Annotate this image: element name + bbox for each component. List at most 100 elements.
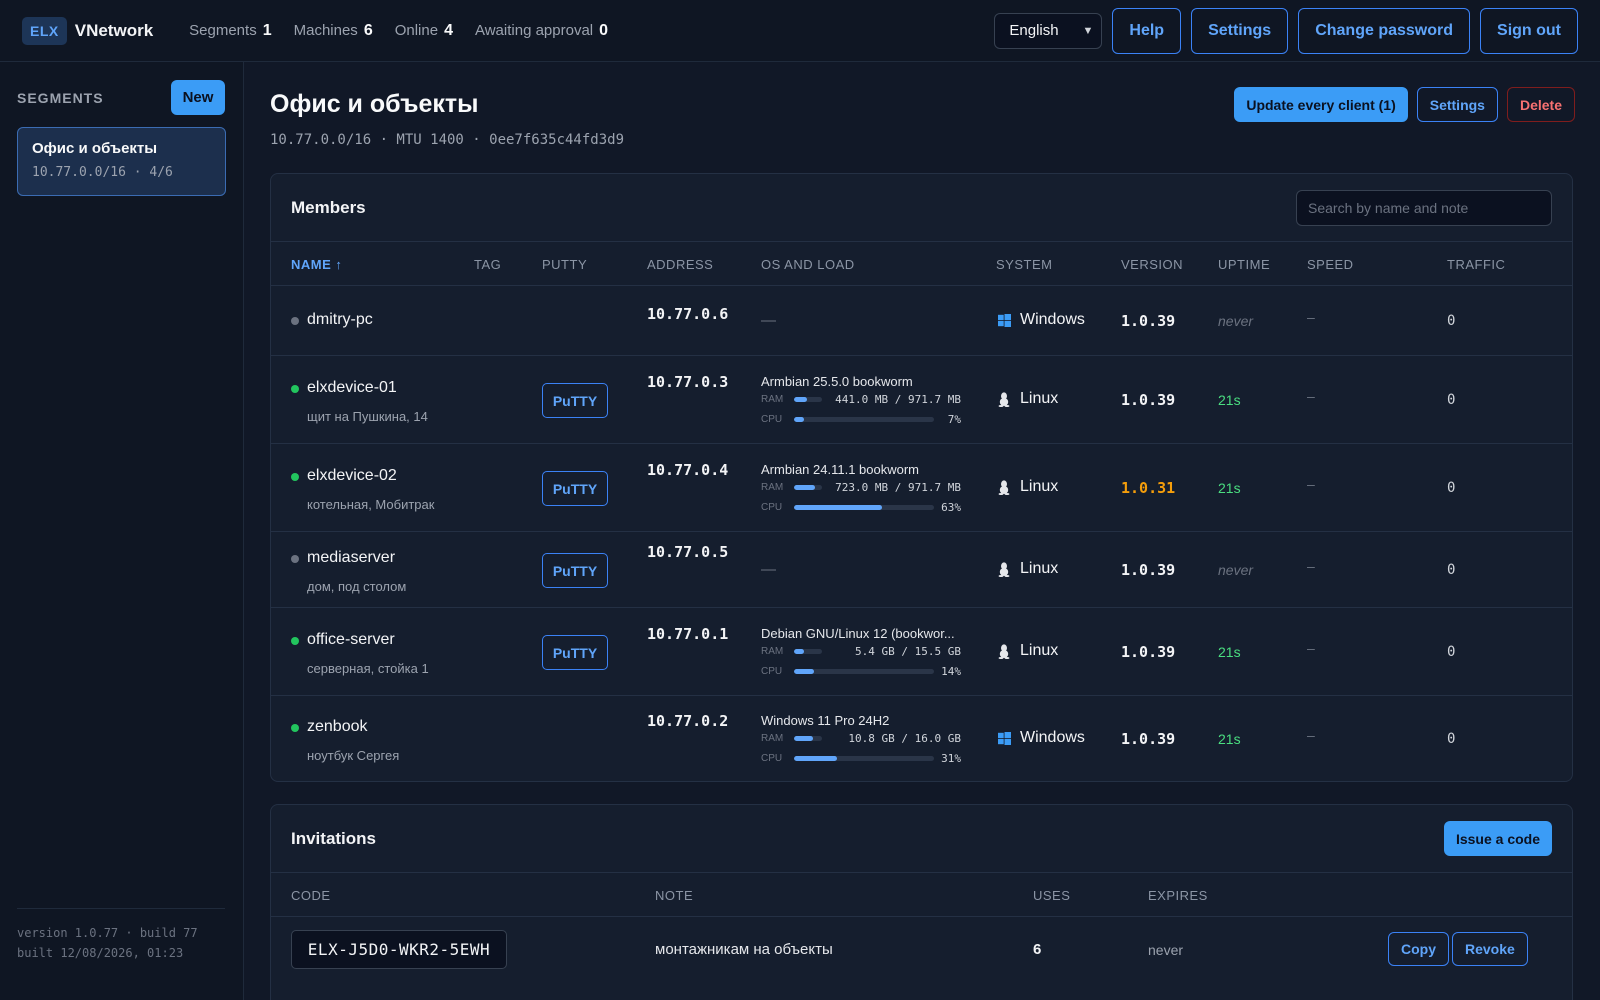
segment-item[interactable]: Офис и объекты 10.77.0.0/16 · 4/6 [17,127,226,196]
col-uses: USES [1033,888,1071,903]
member-traffic: 0 [1447,731,1456,747]
member-address: 10.77.0.5 [647,543,729,561]
member-version: 1.0.39 [1121,561,1176,579]
cpu-bar [794,505,934,510]
stat-machines: Machines 6 [293,21,373,39]
member-name[interactable]: mediaserver [307,549,395,567]
sign-out-button[interactable]: Sign out [1480,7,1578,54]
putty-button[interactable]: PuTTY [542,383,608,418]
col-traffic[interactable]: TRAFFIC [1447,257,1505,272]
build-date-text: built 12/08/2026, 01:23 [17,946,184,960]
help-button[interactable]: Help [1112,7,1182,54]
members-table-body: dmitry-pc 10.77.0.6 — Windows 1.0.39 never – 0 e… [271,286,1572,781]
member-system: Windows [996,311,1085,329]
member-system: Linux [996,642,1058,660]
member-name[interactable]: office-server [307,631,395,649]
member-version: 1.0.39 [1121,391,1176,409]
change-password-button[interactable]: Change password [1298,7,1471,54]
cpu-usage: CPU 63% [761,501,961,514]
member-uptime: 21s [1218,480,1241,496]
segment-name: Офис и объекты [32,140,158,157]
issue-code-button[interactable]: Issue a code [1443,821,1552,856]
cpu-value: 63% [941,501,961,514]
member-name[interactable]: elxdevice-01 [307,379,397,397]
cpu-label: CPU [761,502,783,513]
col-speed[interactable]: SPEED [1307,257,1354,272]
member-note: щит на Пушкина, 14 [307,409,428,424]
member-name[interactable]: elxdevice-02 [307,467,397,485]
new-segment-button[interactable]: New [171,80,225,115]
putty-button[interactable]: PuTTY [542,471,608,506]
member-address: 10.77.0.2 [647,712,729,730]
cpu-usage: CPU 31% [761,752,961,765]
invitations-card: Invitations Issue a code CODE NOTE USES … [270,804,1573,1000]
col-address[interactable]: ADDRESS [647,257,713,272]
col-note: NOTE [655,888,694,903]
os-name: Windows 11 Pro 24H2 [761,713,890,728]
putty-button[interactable]: PuTTY [542,553,608,588]
stat-online: Online 4 [394,21,453,39]
delete-segment-button[interactable]: Delete [1506,87,1575,122]
member-uptime: never [1218,562,1254,578]
member-speed: – [1307,476,1315,492]
os-name: Armbian 24.11.1 bookworm [761,462,920,477]
col-uptime[interactable]: UPTIME [1218,257,1270,272]
ram-label: RAM [761,482,784,493]
col-os-and-load[interactable]: OS AND LOAD [761,257,855,272]
member-address: 10.77.0.3 [647,373,729,391]
invitations-title: Invitations [291,828,377,848]
system-name: Linux [1020,642,1059,659]
ram-usage: RAM 5.4 GB / 15.5 GB [761,645,961,658]
invitation-note: монтажникам на объекты [655,941,833,958]
segment-meta: 10.77.0.0/16 · 4/6 [32,165,173,180]
ram-bar-fill [794,649,804,654]
col-putty: PUTTY [542,257,588,272]
member-address: 10.77.0.4 [647,461,729,479]
language-select[interactable]: English ▼ [994,12,1103,49]
os-name: — [761,561,776,578]
copy-button[interactable]: Copy [1388,932,1449,966]
member-speed: – [1307,388,1315,404]
invitation-uses: 6 [1033,941,1042,958]
system-name: Linux [1020,478,1059,495]
cpu-label: CPU [761,753,783,764]
status-dot-icon [291,637,299,645]
update-every-client-button[interactable]: Update every client (1) [1234,87,1408,122]
invitation-expires: never [1148,942,1184,958]
putty-button[interactable]: PuTTY [542,635,608,670]
member-traffic: 0 [1447,392,1456,408]
ram-label: RAM [761,733,784,744]
member-version: 1.0.39 [1121,312,1176,330]
member-note: серверная, стойка 1 [307,661,429,676]
col-code: CODE [291,888,331,903]
member-address: 10.77.0.6 [647,305,729,323]
col-system[interactable]: SYSTEM [996,257,1052,272]
col-name[interactable]: NAME ↑ [291,257,342,272]
invitations-table-header: CODE NOTE USES EXPIRES [271,873,1572,917]
members-title: Members [291,197,366,217]
version-text: version 1.0.77 · build 77 [17,926,198,940]
member-speed: – [1307,640,1315,656]
col-tag[interactable]: TAG [474,257,501,272]
member-system: Windows [996,729,1085,747]
os-name: Armbian 25.5.0 bookworm [761,374,913,389]
system-name: Linux [1020,390,1059,407]
member-note: котельная, Мобитрак [307,497,435,512]
segment-settings-button[interactable]: Settings [1416,87,1498,122]
member-name[interactable]: zenbook [307,718,368,736]
member-note: ноутбук Сергея [307,748,400,763]
table-row: zenbook ноутбук Сергея 10.77.0.2 Windows 11… [271,696,1572,781]
linux-icon [996,643,1012,659]
chevron-down-icon: ▼ [1082,24,1094,37]
member-name[interactable]: dmitry-pc [307,311,373,329]
revoke-button[interactable]: Revoke [1452,932,1528,966]
cpu-value: 31% [941,752,961,765]
search-input[interactable] [1296,189,1552,226]
settings-button[interactable]: Settings [1191,7,1289,54]
app-name: VNetwork [74,20,154,40]
status-dot-icon [291,724,299,732]
version-info: version 1.0.77 · build 77 built 12/08/20… [17,908,225,963]
sidebar: SEGMENTS New Офис и объекты 10.77.0.0/16… [0,62,244,1000]
col-version[interactable]: VERSION [1121,257,1183,272]
invitation-code[interactable]: ELX-J5D0-WKR2-5EWH [291,930,507,969]
